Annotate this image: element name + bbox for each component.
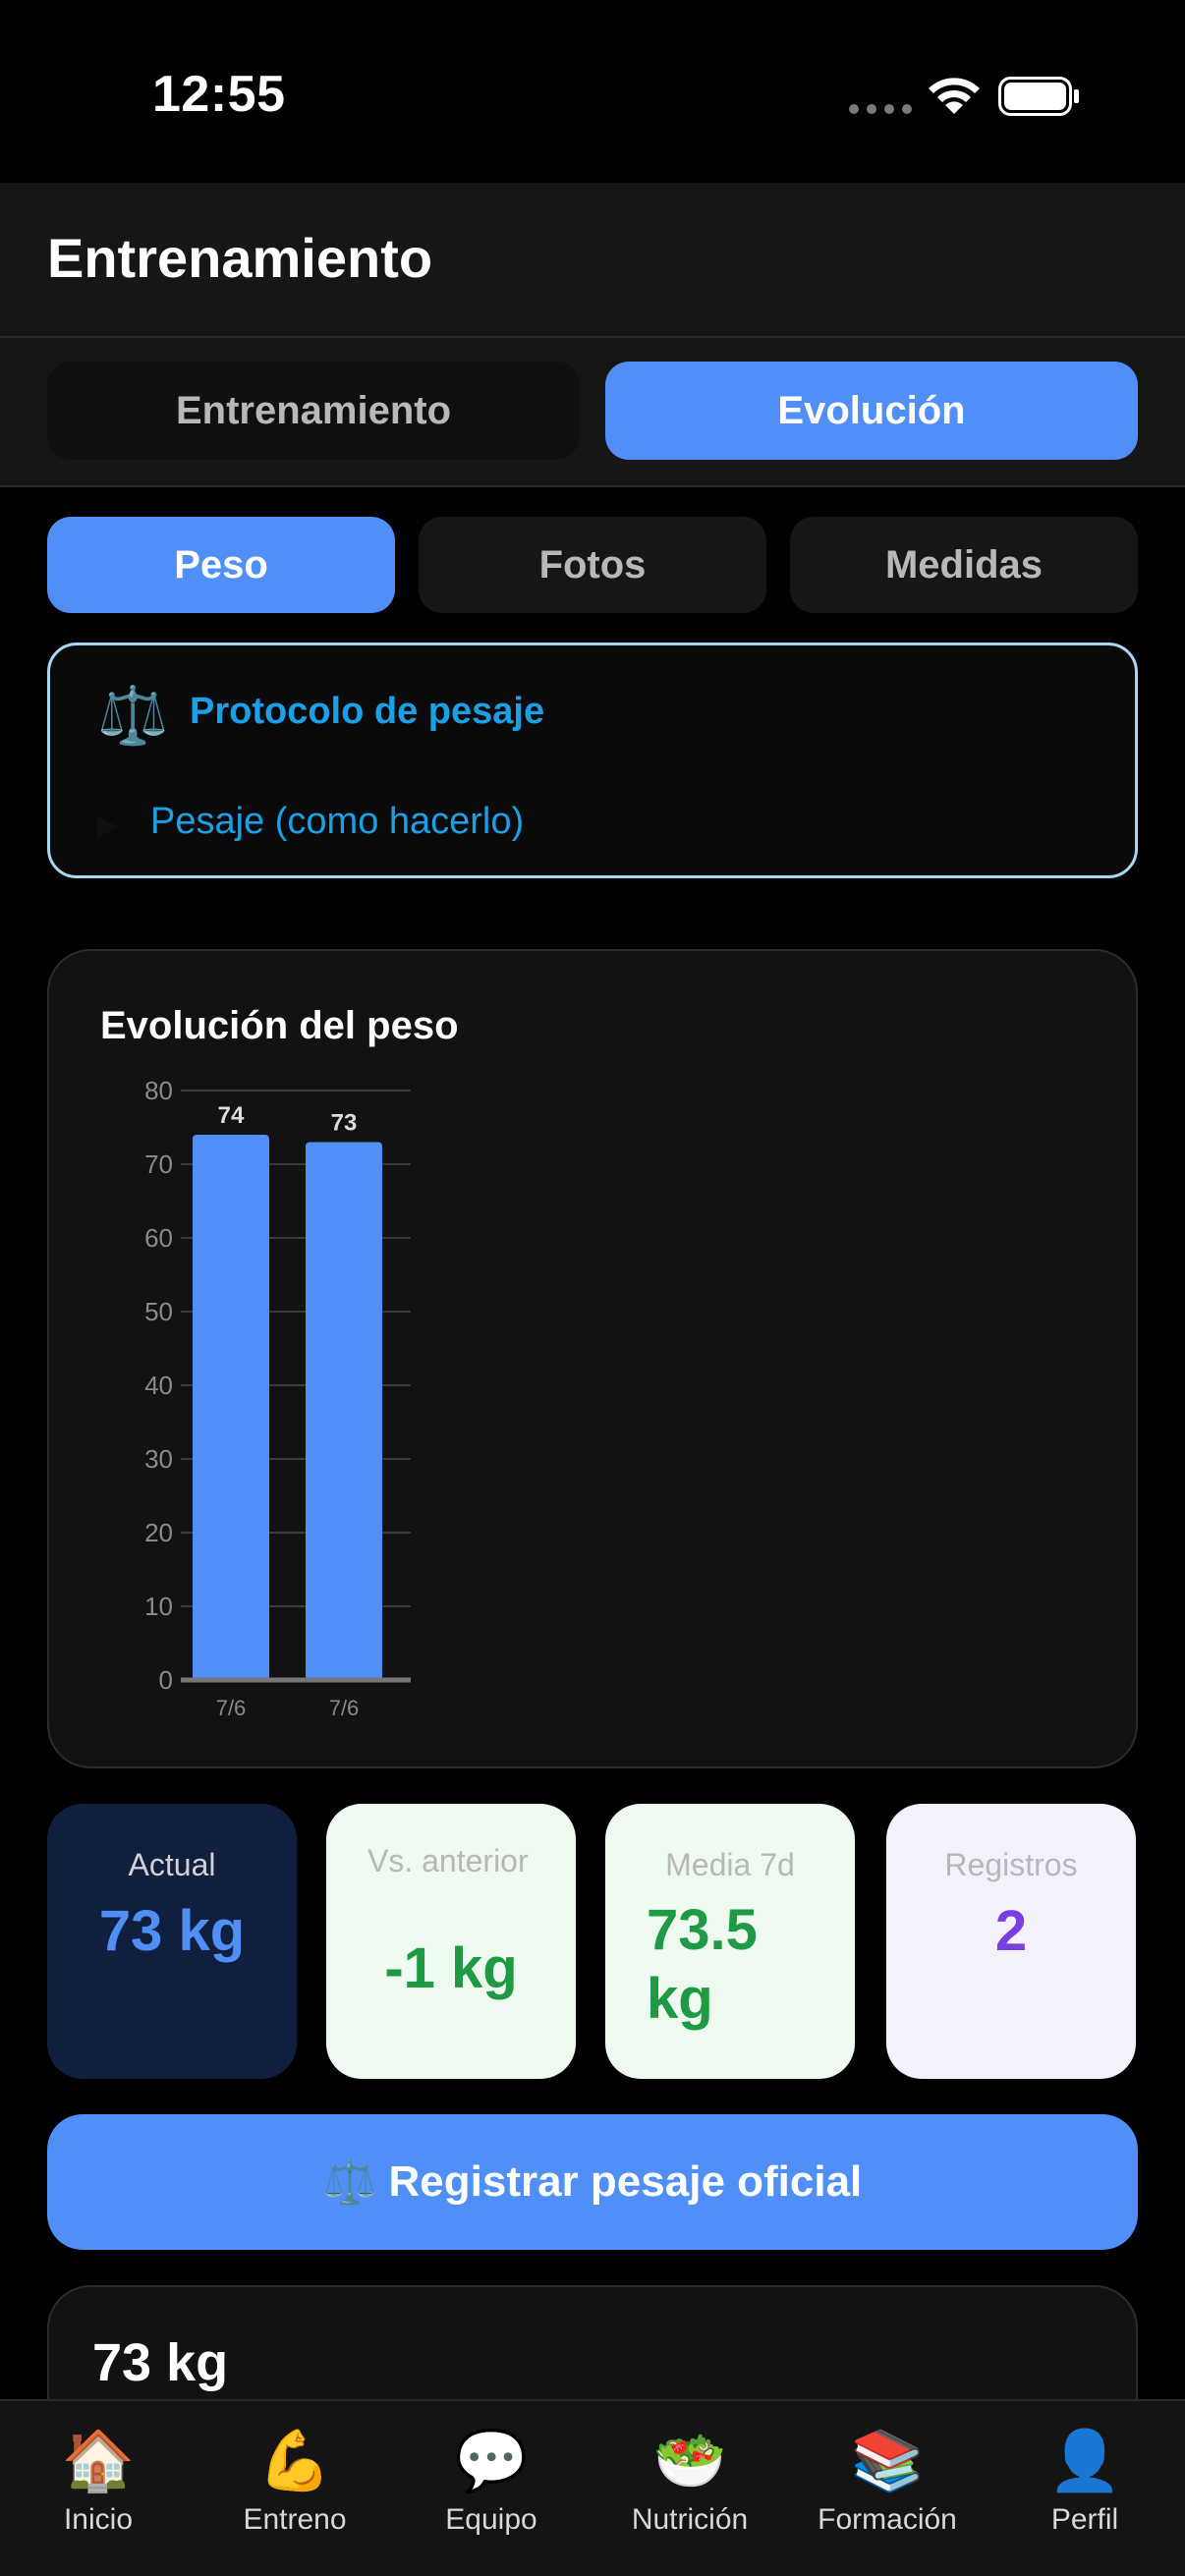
y-tick-label: 0 <box>159 1665 173 1695</box>
nav-equipo[interactable]: 💬 Equipo <box>393 2425 590 2537</box>
nav-formacion[interactable]: 📚 Formación <box>789 2425 986 2537</box>
bar-data-label: 74 <box>218 1102 245 1129</box>
nav-nutricion[interactable]: 🥗 Nutrición <box>592 2425 788 2537</box>
stat-actual-value: 73 kg <box>98 1899 246 1963</box>
bar <box>193 1135 269 1680</box>
weight-bar-chart: 80 70 60 50 40 30 20 10 0 74 7/6 73 7/6 <box>144 1076 411 1720</box>
protocol-card: ⚖️ Protocolo de pesaje ▶ Pesaje (como ha… <box>47 643 1138 878</box>
bottom-nav: 🏠 Inicio 💪 Entreno 💬 Equipo 🥗 Nutrición … <box>0 2399 1185 2576</box>
chat-bubble-icon: 💬 <box>454 2428 529 2493</box>
flexed-biceps-icon: 💪 <box>257 2428 332 2493</box>
stat-media-7d: Media 7d 73.5 kg <box>605 1804 855 2079</box>
status-bar: 12:55 <box>0 0 1185 183</box>
y-tick-label: 60 <box>144 1223 173 1253</box>
nav-label: Nutrición <box>631 2503 749 2536</box>
protocol-title: Protocolo de pesaje <box>190 691 545 732</box>
status-time: 12:55 <box>152 66 286 123</box>
battery-icon <box>998 77 1079 116</box>
stat-vs-anterior-value: -1 kg <box>384 1936 518 2000</box>
nav-label: Equipo <box>445 2503 537 2536</box>
nav-label: Entreno <box>243 2503 347 2536</box>
tab-fotos[interactable]: Fotos <box>419 517 766 613</box>
nav-label: Inicio <box>63 2503 134 2536</box>
stat-media-value: 73.5 kg <box>647 1898 758 2031</box>
protocol-link[interactable]: Pesaje (como hacerlo) <box>150 801 524 843</box>
bar <box>306 1142 382 1680</box>
register-weight-label: Registrar pesaje oficial <box>388 2157 863 2206</box>
y-tick-label: 80 <box>144 1076 173 1105</box>
books-icon: 📚 <box>850 2428 925 2493</box>
stat-actual: Actual 73 kg <box>47 1804 297 2079</box>
salad-icon: 🥗 <box>652 2428 727 2493</box>
disclosure-triangle-icon[interactable]: ▶ <box>97 809 119 841</box>
entry-weight: 73 kg <box>92 2333 229 2392</box>
user-silhouette-icon: 👤 <box>1047 2428 1122 2493</box>
stat-media-label: Media 7d <box>665 1847 795 1882</box>
nav-entreno[interactable]: 💪 Entreno <box>197 2425 393 2537</box>
segmented-control: Entrenamiento Evolución <box>0 338 1185 487</box>
x-tick-label: 7/6 <box>329 1696 360 1720</box>
y-tick-label: 50 <box>144 1297 173 1326</box>
y-tick-label: 30 <box>144 1444 173 1474</box>
y-tick-label: 70 <box>144 1149 173 1179</box>
home-icon: 🏠 <box>61 2428 136 2493</box>
app-header: Entrenamiento <box>0 183 1185 338</box>
nav-label: Formación <box>818 2503 957 2536</box>
stat-vs-anterior: Vs. anterior -1 kg <box>326 1804 576 2079</box>
signal-dots-icon <box>849 104 912 114</box>
stat-actual-label: Actual <box>128 1847 216 1882</box>
y-tick-label: 20 <box>144 1518 173 1547</box>
nav-label: Perfil <box>1050 2503 1119 2536</box>
page-title: Entrenamiento <box>47 227 433 289</box>
scale-icon: ⚖️ <box>322 2158 377 2207</box>
segment-entrenamiento[interactable]: Entrenamiento <box>47 362 580 460</box>
stat-vs-anterior-label: Vs. anterior <box>367 1843 529 1878</box>
nav-perfil[interactable]: 👤 Perfil <box>987 2425 1183 2537</box>
tab-peso[interactable]: Peso <box>47 517 395 613</box>
segment-evolucion[interactable]: Evolución <box>605 362 1138 460</box>
wifi-icon <box>929 78 980 114</box>
tab-medidas[interactable]: Medidas <box>790 517 1138 613</box>
register-weight-button[interactable]: ⚖️ Registrar pesaje oficial <box>47 2114 1138 2250</box>
stat-registros-label: Registros <box>944 1847 1078 1882</box>
x-tick-label: 7/6 <box>216 1696 247 1720</box>
weight-chart-card: Evolución del peso 80 70 60 50 40 30 20 10 0 74 7/… <box>47 949 1138 1768</box>
bar-data-label: 73 <box>331 1110 358 1137</box>
stat-registros: Registros 2 <box>886 1804 1136 2079</box>
nav-inicio[interactable]: 🏠 Inicio <box>0 2425 197 2537</box>
y-tick-label: 40 <box>144 1371 173 1400</box>
scale-icon: ⚖️ <box>97 684 169 748</box>
stat-registros-value: 2 <box>994 1899 1028 1963</box>
y-tick-label: 10 <box>144 1592 173 1621</box>
